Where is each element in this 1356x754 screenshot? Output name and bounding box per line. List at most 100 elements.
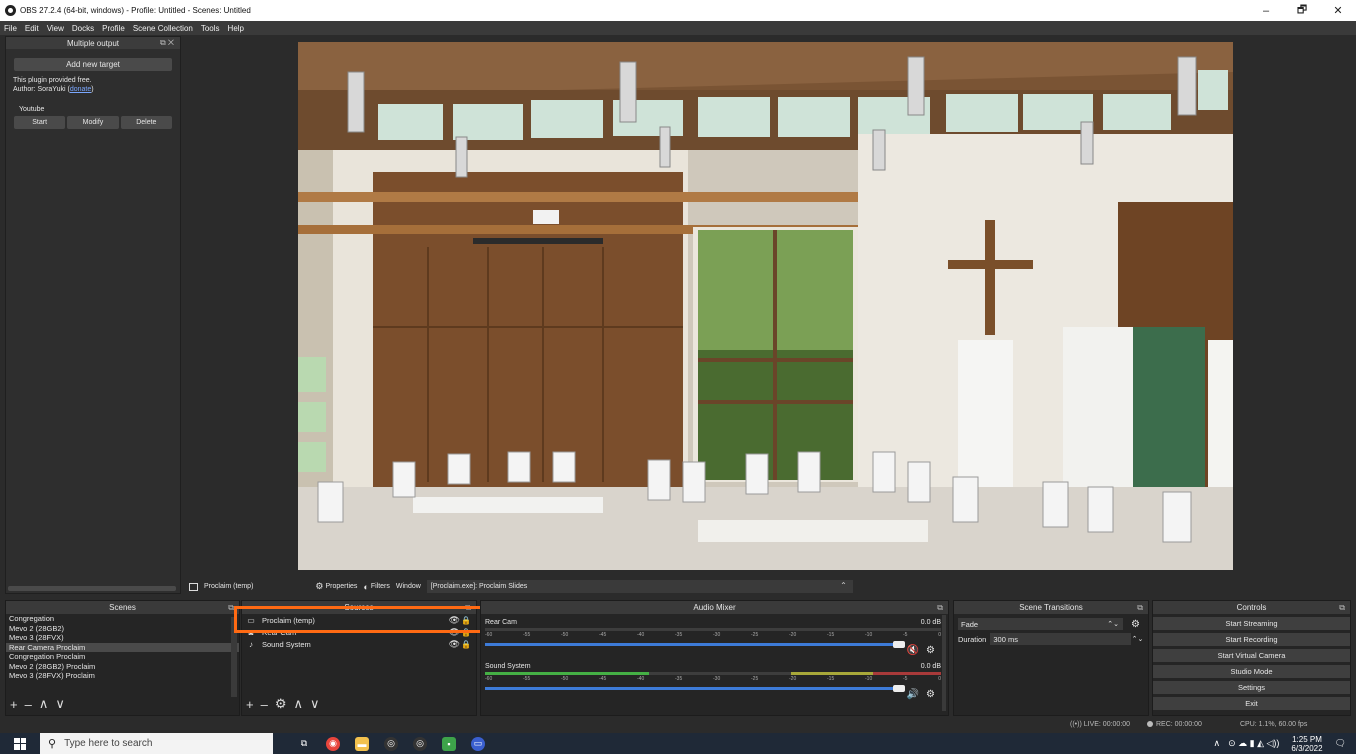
camera-icon: ◙: [248, 627, 254, 637]
volume-knob[interactable]: [893, 685, 905, 692]
move-up-icon[interactable]: ∧: [39, 696, 49, 712]
scene-item-active[interactable]: Rear Camera Proclaim: [6, 642, 239, 652]
app-icon[interactable]: ▭: [471, 736, 485, 751]
chat-app-icon[interactable]: ▪: [442, 736, 456, 751]
donate-link[interactable]: donate: [70, 86, 91, 93]
source-settings-icon[interactable]: ⚙: [275, 696, 287, 712]
volume-knob[interactable]: [893, 641, 905, 648]
eye-icon[interactable]: 👁: [449, 639, 460, 650]
gear-icon[interactable]: ⚙: [926, 645, 935, 656]
dock-float-icon[interactable]: ⧉: [937, 603, 943, 613]
start-recording-button[interactable]: Start Recording: [1153, 633, 1350, 646]
scene-item[interactable]: Mevo 3 (28FVX): [6, 633, 239, 643]
scene-item[interactable]: Mevo 3 (28FVX) Proclaim: [6, 671, 239, 681]
window-select[interactable]: [Proclaim.exe]: Proclaim Slides ⌃: [426, 580, 853, 593]
start-virtual-camera-button[interactable]: Start Virtual Camera: [1153, 649, 1350, 662]
exit-button[interactable]: Exit: [1153, 697, 1350, 710]
add-source-icon[interactable]: +: [246, 697, 254, 712]
move-up-icon[interactable]: ∧: [293, 696, 303, 712]
speaker-icon[interactable]: 🔊: [907, 689, 919, 700]
obs-icon[interactable]: ◎: [384, 736, 398, 751]
volume-slider[interactable]: [485, 641, 905, 648]
move-down-icon[interactable]: ∨: [310, 696, 320, 712]
scenes-title: Scenes: [109, 603, 136, 612]
add-new-target-button[interactable]: Add new target: [14, 58, 172, 71]
menu-view[interactable]: View: [47, 24, 64, 33]
remove-scene-icon[interactable]: –: [25, 697, 32, 712]
properties-button[interactable]: ⚙ Properties: [315, 581, 357, 592]
modify-target-button[interactable]: Modify: [67, 116, 119, 129]
transition-select[interactable]: Fade ⌃⌄: [958, 618, 1123, 630]
menu-file[interactable]: File: [4, 24, 17, 33]
clock-date: 6/3/2022: [1291, 743, 1323, 753]
source-item[interactable]: ▭ Proclaim (temp) 👁 🔒: [242, 614, 476, 626]
start-target-button[interactable]: Start: [14, 116, 66, 129]
scene-item[interactable]: Mevo 2 (28GB2): [6, 624, 239, 634]
obs-secondary-icon[interactable]: ◎: [413, 736, 427, 751]
audio-channel: Sound System 0.0 dB -60 -55 -50 -45 -40 -35 -30…: [485, 663, 941, 700]
source-item[interactable]: ♪ Sound System 👁 🔒: [242, 638, 476, 650]
lock-icon[interactable]: 🔒: [461, 628, 471, 637]
duration-input[interactable]: 300 ms ⌃⌄: [990, 633, 1143, 645]
studio-mode-button[interactable]: Studio Mode: [1153, 665, 1350, 678]
start-streaming-button[interactable]: Start Streaming: [1153, 617, 1350, 630]
audio-scrollbar[interactable]: [942, 615, 946, 711]
scene-item[interactable]: Mevo 2 (28GB2) Proclaim: [6, 662, 239, 672]
tick: -45: [599, 676, 607, 682]
dock-float-icon[interactable]: ⧉: [465, 603, 471, 613]
chrome-icon[interactable]: ◉: [326, 736, 340, 751]
notification-icon[interactable]: 🗨: [1335, 738, 1346, 749]
tray-chevron-icon[interactable]: ∧: [1213, 738, 1220, 749]
add-scene-icon[interactable]: +: [10, 697, 18, 712]
taskbar-search[interactable]: ⚲ Type here to search: [40, 733, 273, 754]
tick: -55: [523, 676, 531, 682]
scene-transitions-dock: Scene Transitions ⧉ Fade ⌃⌄ ⚙ Duration 3…: [953, 600, 1149, 716]
dock-horizontal-scrollbar[interactable]: [8, 586, 176, 591]
filters-button[interactable]: ◐ Filters: [363, 582, 390, 592]
menu-scene-collection[interactable]: Scene Collection: [133, 24, 193, 33]
preview-canvas[interactable]: [298, 42, 1233, 570]
scene-item[interactable]: Congregation Proclaim: [6, 652, 239, 662]
dock-float-icon[interactable]: ⧉: [1137, 603, 1143, 613]
lock-icon[interactable]: 🔒: [461, 640, 471, 649]
eye-icon[interactable]: 👁: [449, 627, 460, 638]
transition-value: Fade: [961, 619, 979, 629]
task-view-icon[interactable]: ⧉: [297, 737, 311, 751]
gear-icon[interactable]: ⚙: [1131, 619, 1140, 630]
delete-target-button[interactable]: Delete: [120, 116, 172, 129]
level-fill: [485, 672, 650, 675]
scene-item[interactable]: Congregation: [6, 614, 239, 624]
record-dot-icon: [1147, 721, 1153, 727]
menu-tools[interactable]: Tools: [201, 24, 220, 33]
file-explorer-icon[interactable]: ▬: [355, 736, 369, 751]
settings-button[interactable]: Settings: [1153, 681, 1350, 694]
volume-slider[interactable]: [485, 685, 905, 692]
scenes-scrollbar[interactable]: [231, 617, 237, 697]
dock-float-icon[interactable]: ⧉: [228, 603, 234, 613]
eye-icon[interactable]: 👁: [449, 615, 460, 626]
source-name: Proclaim (temp): [262, 615, 315, 625]
menu-edit[interactable]: Edit: [25, 24, 39, 33]
clock[interactable]: 1:25 PM 6/3/2022: [1291, 735, 1322, 753]
windows-start-icon[interactable]: [14, 737, 26, 750]
dock-float-close-icon[interactable]: ⧉ ✕: [160, 38, 174, 48]
chevron-updown-icon: ⌃: [840, 581, 847, 590]
lock-icon[interactable]: 🔒: [461, 616, 471, 625]
move-down-icon[interactable]: ∨: [55, 696, 65, 712]
tick: -30: [713, 632, 721, 638]
remove-source-icon[interactable]: –: [261, 697, 268, 712]
tray-icons[interactable]: ⊙ ☁ ▮ ◭ ◁)): [1228, 738, 1279, 749]
spinner-icon[interactable]: ⌃⌄: [1132, 635, 1144, 643]
menu-help[interactable]: Help: [228, 24, 244, 33]
minimize-button[interactable]: –: [1248, 0, 1284, 21]
menu-docks[interactable]: Docks: [72, 24, 94, 33]
menu-profile[interactable]: Profile: [102, 24, 125, 33]
meter-ticks: -60 -55 -50 -45 -40 -35 -30 -25 -20 -15 -10 -5 0: [485, 632, 941, 638]
muted-speaker-icon[interactable]: 🔇: [907, 645, 919, 656]
maximize-button[interactable]: 🗗: [1284, 0, 1320, 21]
tick: -25: [751, 632, 759, 638]
dock-float-icon[interactable]: ⧉: [1339, 603, 1345, 613]
close-button[interactable]: ✕: [1320, 0, 1356, 21]
source-item[interactable]: ◙ Rear Cam 👁 🔒: [242, 626, 476, 638]
gear-icon[interactable]: ⚙: [926, 689, 935, 700]
